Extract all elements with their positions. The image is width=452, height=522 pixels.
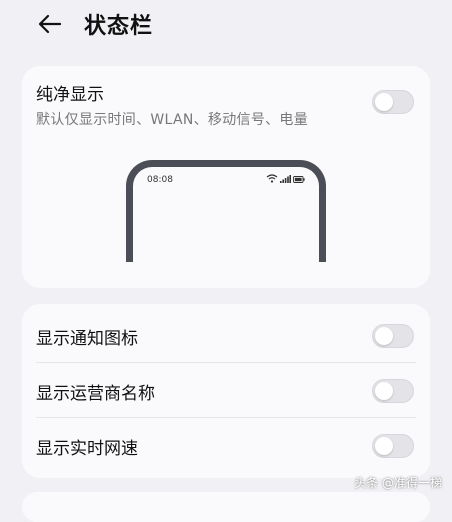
arrow-left-icon: [38, 14, 62, 34]
page-title: 状态栏: [84, 14, 154, 39]
toggle-knob: [375, 437, 393, 455]
signal-icon: [280, 175, 291, 183]
setting-label-network-speed: 显示实时网速: [36, 439, 138, 459]
watermark: 头条 @准得一梯: [354, 474, 442, 491]
settings-card: 显示通知图标 显示运营商名称 显示实时网速: [22, 304, 430, 478]
pure-display-subtitle: 默认仅显示时间、WLAN、移动信号、电量: [36, 112, 309, 128]
wifi-icon: [266, 174, 278, 183]
toggle-knob: [375, 93, 393, 111]
pure-display-toggle[interactable]: [372, 90, 414, 114]
preview-time: 08:08: [147, 175, 173, 185]
divider: [36, 417, 416, 418]
pure-display-card: 纯净显示 默认仅显示时间、WLAN、移动信号、电量 08:08: [22, 66, 430, 288]
setting-label-carrier-name: 显示运营商名称: [36, 384, 155, 404]
back-button[interactable]: [34, 10, 66, 38]
status-bar-preview: 08:08: [126, 160, 326, 262]
notification-icons-toggle[interactable]: [372, 324, 414, 348]
network-speed-toggle[interactable]: [372, 434, 414, 458]
carrier-name-toggle[interactable]: [372, 379, 414, 403]
pure-display-title: 纯净显示: [36, 85, 104, 105]
battery-icon: [293, 176, 305, 183]
preview-status-icons: [266, 174, 305, 183]
toggle-knob: [375, 382, 393, 400]
next-card-peek: [22, 492, 430, 522]
watermark-text: 头条 @准得一梯: [354, 476, 442, 490]
toggle-knob: [375, 327, 393, 345]
setting-label-notification-icons: 显示通知图标: [36, 329, 138, 349]
divider: [36, 362, 416, 363]
header: 状态栏: [0, 0, 452, 52]
